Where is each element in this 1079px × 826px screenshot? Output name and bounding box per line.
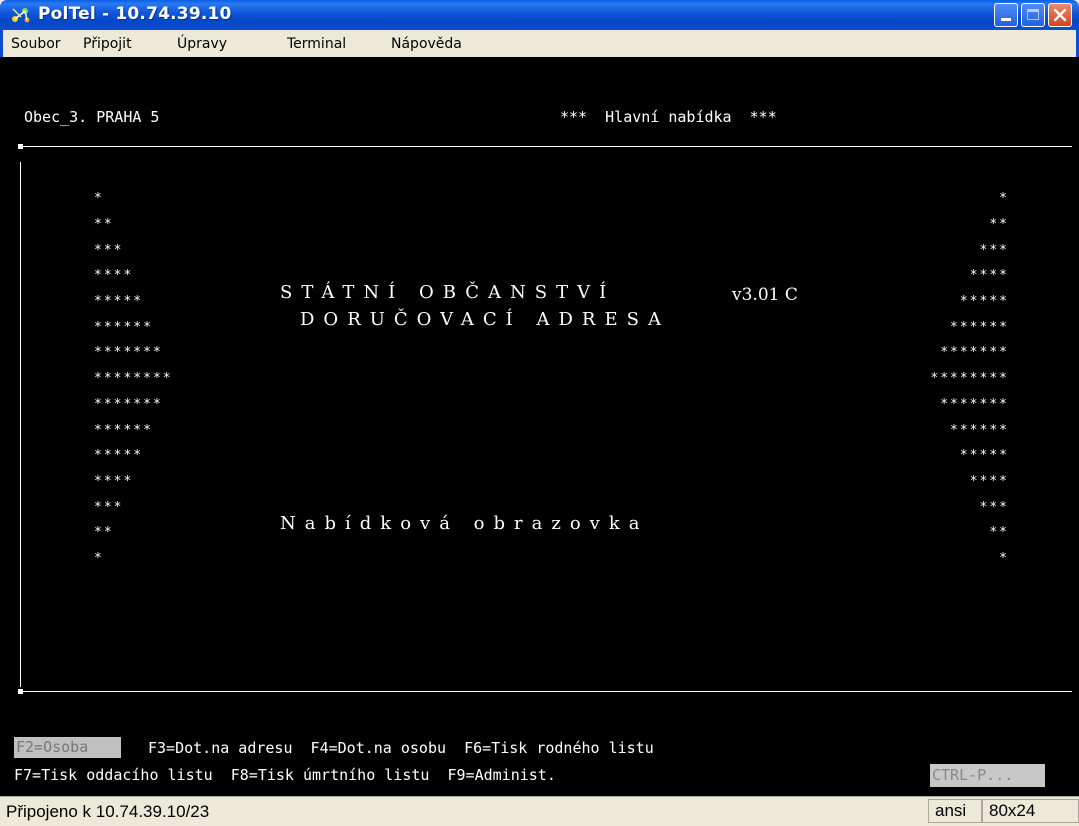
app-title: STÁTNÍ OBČANSTVÍ — [280, 282, 616, 303]
star-row: ***** — [94, 294, 144, 309]
star-row: * — [999, 191, 1009, 206]
star-row: ******** — [930, 371, 1009, 386]
screen-heading: *** Hlavní nabídka *** — [560, 108, 777, 126]
star-row: ******* — [940, 397, 1009, 412]
star-row: *** — [979, 243, 1009, 258]
menu-bar: Soubor Připojit Úpravy Terminal Nápověda — [0, 30, 1079, 57]
maximize-button[interactable] — [1021, 3, 1045, 27]
window-title: PolTel - 10.74.39.10 — [38, 4, 232, 24]
frame-bottom-line — [22, 691, 1072, 692]
app-icon — [12, 8, 30, 23]
star-row: ******* — [94, 345, 163, 360]
star-row: ****** — [950, 320, 1009, 335]
title-bar[interactable]: PolTel - 10.74.39.10 — [0, 0, 1079, 30]
star-row: ****** — [94, 423, 153, 438]
terminal-screen[interactable]: Obec_3. PRAHA 5 *** Hlavní nabídka *** *… — [0, 57, 1079, 796]
menu-pripojit[interactable]: Připojit — [83, 36, 132, 52]
star-row: * — [94, 191, 104, 206]
emulation-panel: ansi — [928, 799, 982, 823]
terminal-size-panel: 80x24 — [982, 799, 1079, 823]
star-row: *** — [94, 500, 124, 515]
menu-upravy[interactable]: Úpravy — [177, 36, 227, 52]
connection-status: Připojeno k 10.74.39.10/23 — [6, 802, 210, 821]
menu-soubor[interactable]: Soubor — [11, 36, 61, 52]
status-bar: Připojeno k 10.74.39.10/23 ansi 80x24 — [0, 796, 1079, 826]
star-row: * — [999, 551, 1009, 566]
star-row: **** — [969, 268, 1009, 283]
frame-left-line — [20, 162, 21, 687]
star-row: ******* — [94, 397, 163, 412]
star-row: ****** — [94, 320, 153, 335]
fkey-f2[interactable]: F2=Osoba — [14, 737, 121, 758]
screen-description: Nabídková obrazovka — [280, 513, 649, 534]
star-row: ** — [94, 525, 114, 540]
star-row: ** — [989, 525, 1009, 540]
ctrl-hint: CTRL-P... — [930, 764, 1045, 787]
star-row: ******* — [940, 345, 1009, 360]
menu-terminal[interactable]: Terminal — [287, 36, 346, 52]
fkey-line-2[interactable]: F7=Tisk oddacího listu F8=Tisk úmrtního … — [14, 766, 556, 784]
star-row: ******** — [94, 371, 173, 386]
close-button[interactable] — [1048, 3, 1072, 27]
minimize-button[interactable] — [994, 3, 1018, 27]
fkey-line-1[interactable]: F3=Dot.na adresu F4=Dot.na osobu F6=Tisk… — [148, 739, 654, 757]
star-row: *** — [94, 243, 124, 258]
star-row: **** — [969, 474, 1009, 489]
municipality-label: Obec_3. PRAHA 5 — [24, 108, 160, 126]
star-row: ****** — [950, 423, 1009, 438]
star-row: ***** — [959, 294, 1009, 309]
star-row: *** — [979, 500, 1009, 515]
star-row: ** — [989, 217, 1009, 232]
close-icon — [1053, 8, 1067, 22]
app-version: v3.01 C — [732, 285, 798, 305]
star-row: **** — [94, 474, 134, 489]
star-row: **** — [94, 268, 134, 283]
menu-napoveda[interactable]: Nápověda — [391, 36, 462, 52]
frame-top-line — [22, 146, 1072, 147]
app-subtitle: DORUČOVACÍ ADRESA — [300, 309, 670, 330]
star-row: ** — [94, 217, 114, 232]
star-row: ***** — [94, 448, 144, 463]
star-row: * — [94, 551, 104, 566]
star-row: ***** — [959, 448, 1009, 463]
